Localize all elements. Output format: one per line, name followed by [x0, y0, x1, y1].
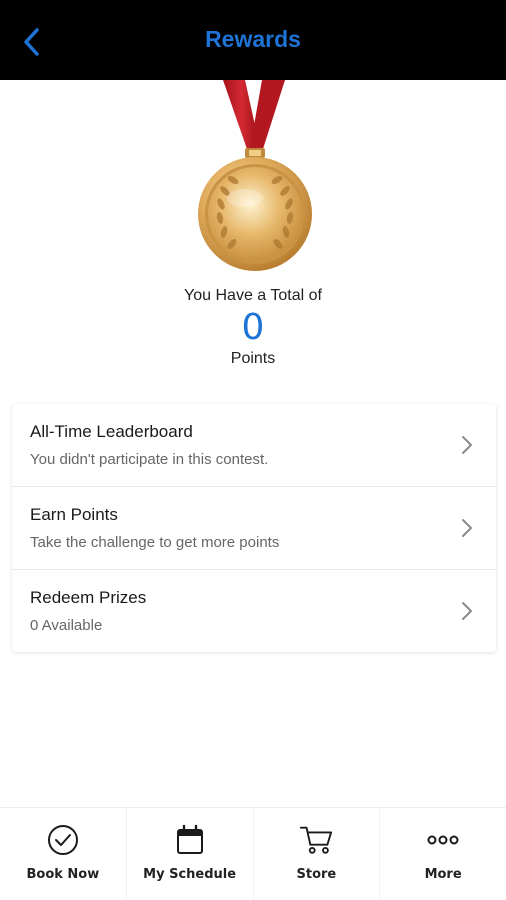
row-title: Earn Points — [30, 505, 118, 524]
calendar-icon — [176, 824, 203, 854]
tab-my-schedule[interactable]: My Schedule — [125, 808, 253, 900]
tab-more[interactable]: More — [379, 808, 506, 900]
check-circle-icon — [47, 825, 78, 855]
row-title: Redeem Prizes — [30, 588, 147, 607]
chevron-right-icon — [462, 519, 472, 537]
tab-label: Book Now — [26, 867, 100, 882]
rewards-screen: Rewards You Have a Total of 0 Points All… — [0, 0, 506, 900]
row-subtitle: You didn't participate in this contest. — [30, 451, 269, 468]
shopping-cart-icon — [300, 826, 333, 854]
points-value: 0 — [241, 307, 265, 348]
tab-book-now[interactable]: Book Now — [0, 808, 126, 900]
points-unit-label: Points — [230, 350, 276, 367]
page-title: Rewards — [205, 26, 301, 52]
tab-label: More — [424, 867, 462, 882]
row-subtitle: 0 Available — [30, 617, 103, 634]
chevron-right-icon — [462, 602, 472, 620]
more-dots-icon — [427, 835, 459, 845]
row-title: All-Time Leaderboard — [30, 422, 193, 441]
gold-medal-icon — [190, 80, 320, 280]
redeem-prizes-row[interactable]: Redeem Prizes 0 Available — [12, 570, 496, 653]
rewards-menu-list: All-Time Leaderboard You didn't particip… — [12, 404, 496, 652]
tab-label: Store — [296, 867, 337, 882]
earn-points-row[interactable]: Earn Points Take the challenge to get mo… — [12, 487, 496, 570]
leaderboard-row[interactable]: All-Time Leaderboard You didn't particip… — [12, 404, 496, 487]
tab-label: My Schedule — [143, 867, 237, 882]
tab-store[interactable]: Store — [252, 808, 380, 900]
chevron-right-icon — [462, 436, 472, 454]
top-app-bar: Rewards — [0, 0, 506, 80]
bottom-tab-bar: Book Now My Schedule Store More — [0, 807, 506, 900]
row-subtitle: Take the challenge to get more points — [30, 534, 280, 551]
points-total-label: You Have a Total of — [184, 287, 322, 304]
